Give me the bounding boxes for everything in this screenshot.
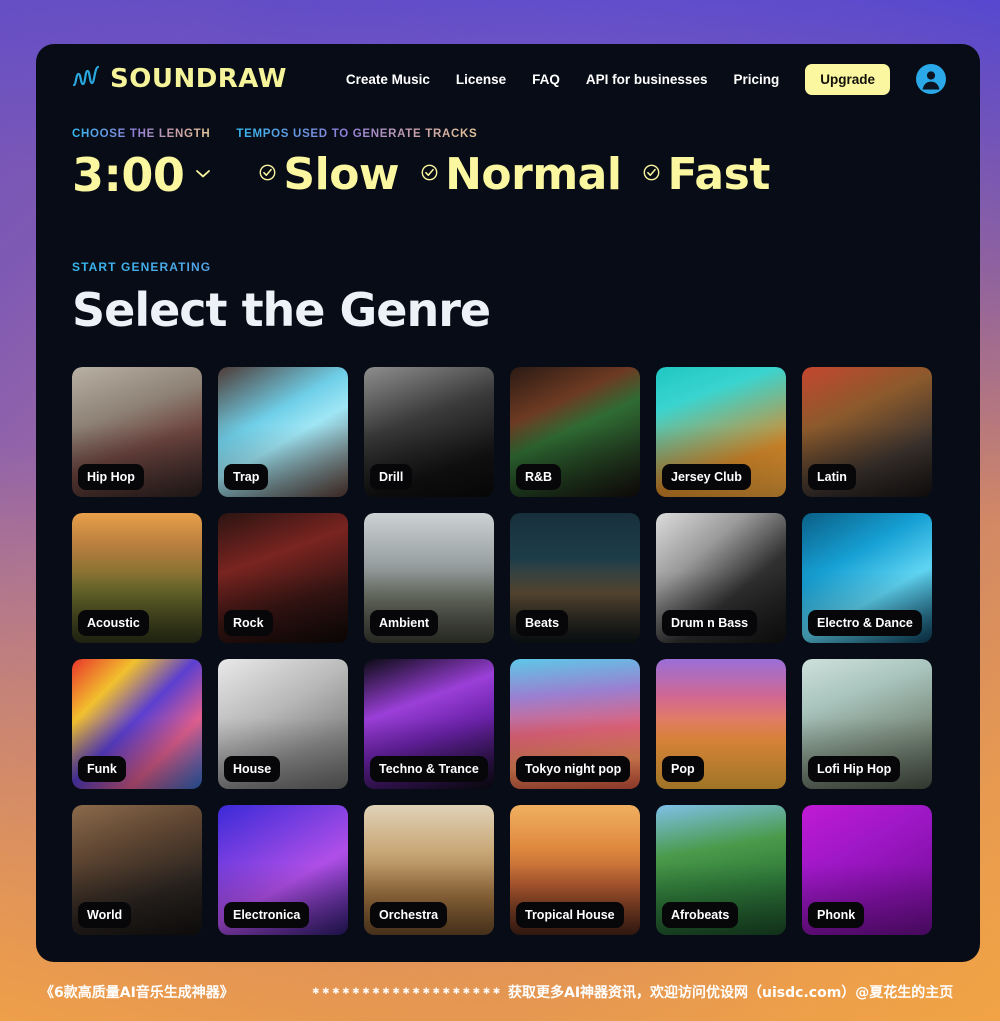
page-title: Select the Genre [72,283,491,337]
nav-license[interactable]: License [456,72,506,87]
nav-api-for-businesses[interactable]: API for businesses [586,72,708,87]
genre-label: Drill [370,464,413,490]
tempo-option-fast[interactable]: Fast [643,149,770,200]
length-selector[interactable]: 3:00 [72,152,211,198]
nav-pricing[interactable]: Pricing [733,72,779,87]
genre-label: Latin [808,464,856,490]
watermark-bar: 《6款高质量AI音乐生成神器》 ✱✱✱✱✱✱✱✱✱✱✱✱✱✱✱✱✱✱✱ 获取更多… [0,962,1000,1021]
genre-label: Acoustic [78,610,149,636]
genre-label: Pop [662,756,704,782]
genre-card[interactable]: Trap [218,367,348,497]
genre-label: House [224,756,281,782]
genre-card[interactable]: World [72,805,202,935]
control-labels: CHOOSE THE LENGTH TEMPOS USED TO GENERAT… [72,128,944,140]
genre-card[interactable]: Phonk [802,805,932,935]
genre-label: Electro & Dance [808,610,922,636]
tempo-option-normal[interactable]: Normal [421,149,622,200]
genre-label: Funk [78,756,126,782]
tempo-label-fast: Fast [667,149,770,200]
upgrade-button[interactable]: Upgrade [805,63,890,95]
length-value: 3:00 [72,148,185,202]
genre-label: Beats [516,610,569,636]
main-navigation: Create Music License FAQ API for busines… [346,63,946,95]
genre-label: Orchestra [370,902,448,928]
chevron-down-icon[interactable] [195,166,211,184]
genre-card[interactable]: Drill [364,367,494,497]
tempo-label-slow: Slow [283,149,400,200]
nav-faq[interactable]: FAQ [532,72,560,87]
genre-card[interactable]: Latin [802,367,932,497]
genre-card[interactable]: Electronica [218,805,348,935]
genre-label: Lofi Hip Hop [808,756,901,782]
genre-card[interactable]: Jersey Club [656,367,786,497]
genre-card[interactable]: Lofi Hip Hop [802,659,932,789]
genre-label: Afrobeats [662,902,739,928]
genre-card[interactable]: Afrobeats [656,805,786,935]
genre-card[interactable]: Beats [510,513,640,643]
watermark-dots: ✱✱✱✱✱✱✱✱✱✱✱✱✱✱✱✱✱✱✱ [312,986,503,997]
soundraw-logo[interactable]: SOUNDRAW [72,63,287,96]
tempos-label: TEMPOS USED TO GENERATE TRACKS [236,128,478,140]
genre-label: World [78,902,132,928]
genre-label: Ambient [370,610,438,636]
genre-card[interactable]: Techno & Trance [364,659,494,789]
genre-card[interactable]: Tokyo night pop [510,659,640,789]
genre-label: Rock [224,610,273,636]
genre-card[interactable]: Acoustic [72,513,202,643]
genre-card[interactable]: Rock [218,513,348,643]
genre-label: Drum n Bass [662,610,758,636]
tempo-label-normal: Normal [445,149,622,200]
waveform-icon [72,63,108,96]
generation-controls: CHOOSE THE LENGTH TEMPOS USED TO GENERAT… [36,114,980,198]
tempo-option-slow[interactable]: Slow [259,149,400,200]
watermark-title: 《6款高质量AI音乐生成神器》 [40,984,234,1001]
watermark-credit: 获取更多AI神器资讯，欢迎访问优设网（uisdc.com）@夏花生的主页 [508,984,954,1001]
logo-text: SOUNDRAW [110,64,287,94]
genre-label: Phonk [808,902,865,928]
app-window: SOUNDRAW Create Music License FAQ API fo… [36,44,980,962]
genre-card[interactable]: Drum n Bass [656,513,786,643]
genre-label: Techno & Trance [370,756,488,782]
control-values: 3:00 Slow Normal Fast [72,152,944,198]
genre-label: Hip Hop [78,464,144,490]
genre-card[interactable]: Ambient [364,513,494,643]
genre-label: Trap [224,464,269,490]
user-avatar-icon[interactable] [916,64,946,94]
genre-card[interactable]: Tropical House [510,805,640,935]
site-header: SOUNDRAW Create Music License FAQ API fo… [36,44,980,114]
genre-card[interactable]: Orchestra [364,805,494,935]
check-circle-icon [643,164,660,186]
check-circle-icon [259,164,276,186]
section-kicker: START GENERATING [72,260,944,274]
genre-grid: Hip Hop Trap Drill R&B Jersey Club Latin Acous… [72,367,944,935]
choose-length-label: CHOOSE THE LENGTH [72,128,211,140]
genre-label: Tropical House [516,902,624,928]
genre-card[interactable]: Pop [656,659,786,789]
genre-section: START GENERATING Select the Genre Hip Ho… [36,198,980,935]
genre-card[interactable]: Electro & Dance [802,513,932,643]
genre-card[interactable]: Hip Hop [72,367,202,497]
genre-card[interactable]: R&B [510,367,640,497]
nav-create-music[interactable]: Create Music [346,72,430,87]
check-circle-icon [421,164,438,186]
genre-label: R&B [516,464,562,490]
genre-card[interactable]: House [218,659,348,789]
genre-card[interactable]: Funk [72,659,202,789]
genre-label: Electronica [224,902,310,928]
genre-label: Jersey Club [662,464,751,490]
genre-label: Tokyo night pop [516,756,631,782]
